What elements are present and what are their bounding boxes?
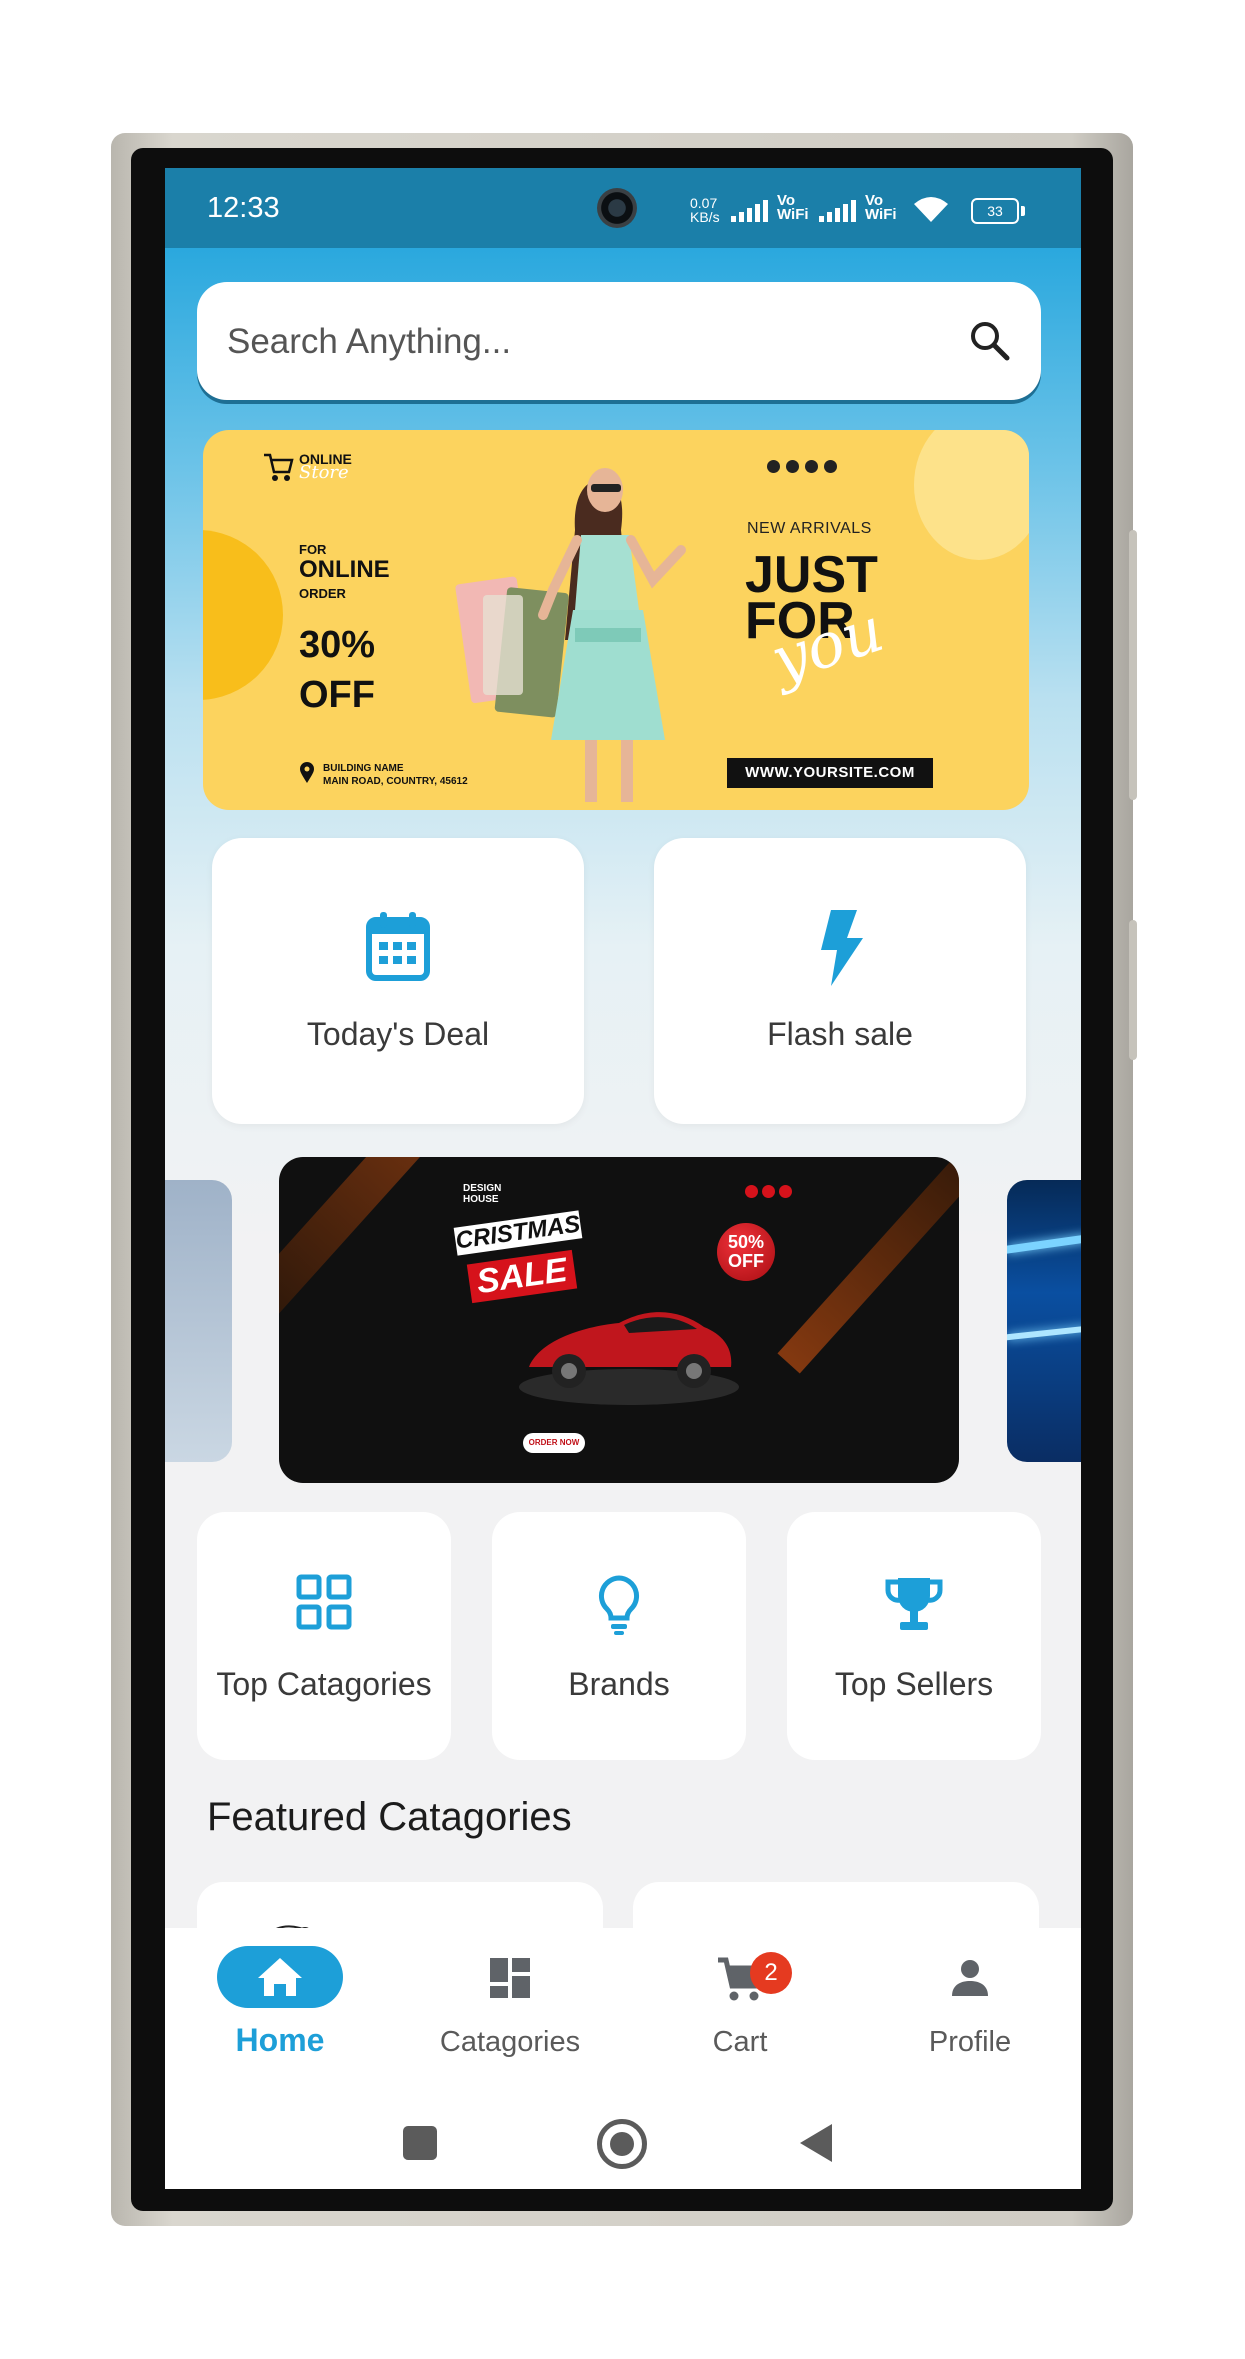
order-now-button[interactable]: ORDER NOW: [523, 1433, 585, 1453]
brands-card[interactable]: Brands: [492, 1512, 746, 1760]
nav-categories-label: Catagories: [439, 2026, 581, 2058]
banner-new-arrivals: NEW ARRIVALS: [747, 520, 872, 537]
carousel-prev-slide[interactable]: [165, 1180, 232, 1462]
status-time: 12:33: [207, 192, 280, 224]
recent-apps-icon[interactable]: [403, 2126, 437, 2160]
nav-home-label: Home: [235, 2022, 325, 2058]
app-screen: 12:33 0.07 KB/s Vo WiFi Vo WiFi 33 Searc…: [165, 168, 1081, 2189]
banner-discount: 30% OFF: [299, 620, 375, 720]
top-sellers-label: Top Sellers: [834, 1666, 994, 1702]
cart-count-badge: 2: [750, 1952, 792, 1994]
promo-banner-online-store[interactable]: ONLINE Store FOR ONLINE ORDER 30% OFF BU…: [203, 430, 1029, 810]
home-icon: [258, 1958, 302, 1996]
top-categories-label: Top Catagories: [216, 1666, 432, 1702]
banner-address-line2: MAIN ROAD, COUNTRY, 45612: [323, 776, 468, 787]
sale-title: CRISTMAS: [453, 1210, 583, 1256]
christmas-sale-banner[interactable]: DESIGN HOUSE CRISTMAS SALE 50% OFF ORDER…: [279, 1157, 959, 1483]
banner-decor-circle: [914, 430, 1029, 560]
volume-button: [1129, 530, 1137, 800]
banner-address: BUILDING NAME MAIN ROAD, COUNTRY, 45612: [323, 762, 468, 788]
top-categories-card[interactable]: Top Catagories: [197, 1512, 451, 1760]
car-illustration: [519, 1312, 739, 1405]
calendar-icon: [366, 912, 430, 981]
banner-address-line1: BUILDING NAME: [323, 763, 404, 774]
banner-website[interactable]: WWW.YOURSITE.COM: [727, 758, 933, 788]
featured-categories-title: Featured Catagories: [207, 1795, 572, 1839]
search-bar[interactable]: Search Anything...: [197, 282, 1041, 400]
top-sellers-card[interactable]: Top Sellers: [787, 1512, 1041, 1760]
todays-deal-card[interactable]: Today's Deal: [212, 838, 584, 1124]
person-icon: [952, 1960, 988, 1996]
trophy-icon: [885, 1578, 943, 1630]
facebook-icon: [786, 460, 799, 473]
model-illustration: [455, 468, 686, 802]
pinterest-icon: [824, 460, 837, 473]
flash-icon: [821, 910, 863, 986]
design-house-logo: DESIGN HOUSE: [463, 1183, 501, 1205]
discount-badge: 50% OFF: [717, 1223, 775, 1281]
banner-online-text: ONLINE: [299, 556, 390, 583]
carousel-next-slide[interactable]: [1007, 1180, 1081, 1462]
back-icon[interactable]: [798, 2122, 834, 2164]
search-icon[interactable]: [969, 320, 1011, 362]
design-house-line2: HOUSE: [463, 1194, 499, 1205]
wifi-icon: [914, 197, 948, 222]
shopping-cart-icon: [264, 453, 294, 481]
location-pin-icon: [300, 762, 314, 783]
lightbulb-icon: [598, 1575, 640, 1635]
discount-badge-value: 50%: [727, 1232, 765, 1252]
banner-decor-circle: [203, 530, 283, 700]
flash-sale-label: Flash sale: [767, 1016, 913, 1052]
instagram-icon: [767, 460, 780, 473]
status-bar: 12:33 0.07 KB/s Vo WiFi Vo WiFi 33: [165, 168, 1081, 248]
banner-discount-off: OFF: [299, 674, 375, 716]
nav-cart-label: Cart: [712, 2026, 768, 2058]
vowifi-label-2: Vo WiFi: [865, 192, 897, 223]
network-speed: 0.07 KB/s: [690, 196, 720, 224]
store-logo-text: ONLINE Store: [299, 452, 352, 483]
social-icons: [745, 1185, 792, 1198]
dashboard-icon: [490, 1958, 530, 1998]
search-input[interactable]: Search Anything...: [227, 322, 511, 362]
power-button: [1129, 920, 1137, 1060]
twitter-icon: [805, 460, 818, 473]
store-logo-script: Store: [299, 462, 349, 483]
flash-sale-card[interactable]: Flash sale: [654, 838, 1026, 1124]
nav-profile-label: Profile: [928, 2026, 1012, 2058]
battery-icon: 33: [971, 198, 1025, 224]
vowifi-label-1: Vo WiFi: [777, 192, 809, 223]
banner-order-text: ORDER: [299, 586, 346, 601]
signal-icon-2: [819, 200, 856, 222]
discount-badge-off: OFF: [728, 1251, 764, 1271]
design-house-line1: DESIGN: [463, 1183, 502, 1194]
home-button-icon[interactable]: [597, 2119, 647, 2169]
todays-deal-label: Today's Deal: [306, 1016, 490, 1052]
network-speed-value: 0.07: [690, 195, 718, 211]
grid-icon: [296, 1574, 352, 1630]
signal-icon: [731, 200, 768, 222]
banner-discount-value: 30%: [299, 624, 376, 666]
camera-cutout: [597, 188, 637, 228]
network-speed-unit: KB/s: [690, 209, 720, 225]
social-icons: [767, 460, 837, 473]
system-navigation-bar: [165, 2088, 1081, 2188]
brands-label: Brands: [568, 1666, 670, 1702]
